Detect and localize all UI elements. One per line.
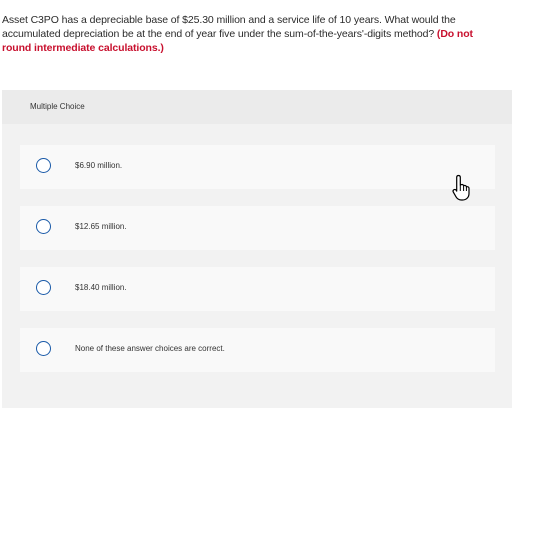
multiple-choice-header: Multiple Choice [2,90,512,124]
multiple-choice-label: Multiple Choice [30,102,85,111]
multiple-choice-panel: Multiple Choice $6.90 million. $12.65 mi… [2,90,512,408]
hand-pointer-icon [452,174,470,201]
question-text: Asset C3PO has a depreciable base of $25… [2,13,502,55]
radio-unselected-icon[interactable] [36,280,51,295]
answer-option-label: $12.65 million. [75,222,127,231]
radio-unselected-icon[interactable] [36,219,51,234]
radio-unselected-icon[interactable] [36,341,51,356]
answer-option-label: None of these answer choices are correct… [75,344,225,353]
radio-unselected-icon[interactable] [36,158,51,173]
answer-option-1[interactable]: $6.90 million. [20,145,495,189]
answer-option-label: $18.40 million. [75,283,127,292]
question-body: Asset C3PO has a depreciable base of $25… [2,14,456,40]
answer-option-label: $6.90 million. [75,161,123,170]
answer-option-2[interactable]: $12.65 million. [20,206,495,250]
answer-option-4[interactable]: None of these answer choices are correct… [20,328,495,372]
answer-option-3[interactable]: $18.40 million. [20,267,495,311]
